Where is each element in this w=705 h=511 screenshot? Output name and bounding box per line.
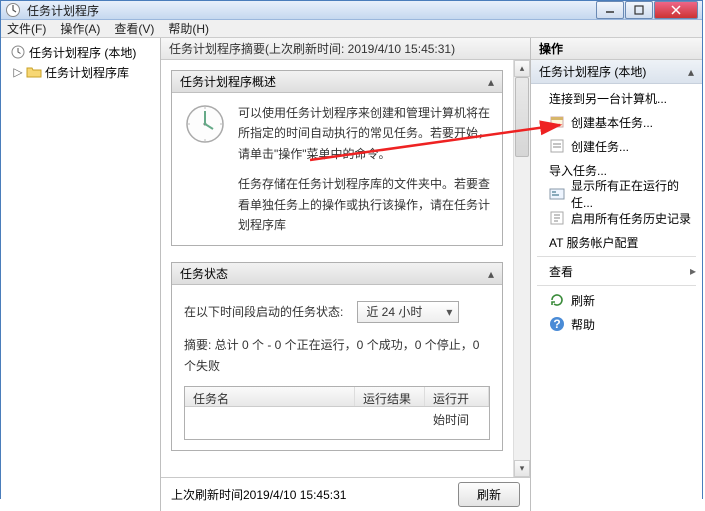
refresh-icon xyxy=(549,292,565,308)
tree-library-label: 任务计划程序库 xyxy=(45,64,129,81)
maximize-button[interactable] xyxy=(625,1,653,19)
actions-context-label: 任务计划程序 (本地) xyxy=(539,63,646,80)
summary-header: 任务计划程序摘要(上次刷新时间: 2019/4/10 15:45:31) xyxy=(161,38,530,60)
expand-icon[interactable]: ▷ xyxy=(13,65,23,79)
overview-title: 任务计划程序概述 xyxy=(180,73,276,90)
chevron-down-icon: ▾ xyxy=(446,302,452,322)
folder-icon xyxy=(26,64,42,80)
status-group: 任务状态 ▴ 在以下时间段启动的任务状态: 近 24 小时 ▾ 摘要: 总计 0… xyxy=(171,262,503,451)
overview-clock-icon xyxy=(184,103,226,145)
status-range-label: 在以下时间段启动的任务状态: xyxy=(184,302,343,322)
col-task-name[interactable]: 任务名 xyxy=(185,387,355,406)
vertical-scrollbar[interactable]: ▴ ▾ xyxy=(513,60,530,477)
svg-text:?: ? xyxy=(553,317,560,331)
action-refresh-label: 刷新 xyxy=(571,292,595,309)
tree-library[interactable]: ▷ 任务计划程序库 xyxy=(3,62,158,82)
menu-file[interactable]: 文件(F) xyxy=(7,20,46,37)
action-create-basic-task[interactable]: 创建基本任务... xyxy=(531,110,702,134)
history-icon xyxy=(549,210,565,226)
tree-panel: 任务计划程序 (本地) ▷ 任务计划程序库 xyxy=(1,38,161,511)
collapse-icon[interactable]: ▴ xyxy=(488,75,494,89)
col-run-result[interactable]: 运行结果 xyxy=(355,387,425,406)
overview-text-1: 可以使用任务计划程序来创建和管理计算机将在所指定的时间自动执行的常见任务。若要开… xyxy=(238,103,490,164)
app-icon xyxy=(5,2,21,18)
action-help[interactable]: ? 帮助 xyxy=(531,312,702,336)
action-refresh[interactable]: 刷新 xyxy=(531,288,702,312)
close-button[interactable] xyxy=(654,1,698,19)
action-at-account-label: AT 服务帐户配置 xyxy=(549,234,639,251)
action-view-label: 查看 xyxy=(549,263,573,280)
status-summary-text: 摘要: 总计 0 个 - 0 个正在运行，0 个成功，0 个停止，0 个失败 xyxy=(184,335,490,376)
menu-action[interactable]: 操作(A) xyxy=(60,20,100,37)
actions-panel: 操作 任务计划程序 (本地) ▴ 连接到另一台计算机... 创建基本任务... … xyxy=(530,38,702,511)
submenu-arrow-icon: ▸ xyxy=(690,264,696,278)
menu-view[interactable]: 查看(V) xyxy=(114,20,154,37)
refresh-button[interactable]: 刷新 xyxy=(458,482,520,507)
col-start-time[interactable]: 运行开始时间 xyxy=(425,387,489,406)
actions-context[interactable]: 任务计划程序 (本地) ▴ xyxy=(531,60,702,84)
task-list: 任务名 运行结果 运行开始时间 xyxy=(184,386,490,440)
running-tasks-icon xyxy=(549,186,565,202)
separator xyxy=(537,285,696,286)
actions-header: 操作 xyxy=(531,38,702,60)
create-task-icon xyxy=(549,138,565,154)
action-import-label: 导入任务... xyxy=(549,162,607,179)
separator xyxy=(537,256,696,257)
menu-bar: 文件(F) 操作(A) 查看(V) 帮助(H) xyxy=(1,20,702,38)
action-at-account[interactable]: AT 服务帐户配置 xyxy=(531,230,702,254)
help-icon: ? xyxy=(549,316,565,332)
action-create-basic-label: 创建基本任务... xyxy=(571,114,653,131)
action-create-label: 创建任务... xyxy=(571,138,629,155)
window-title: 任务计划程序 xyxy=(27,2,595,19)
action-connect-label: 连接到另一台计算机... xyxy=(549,90,667,107)
action-view[interactable]: 查看 ▸ xyxy=(531,259,702,283)
action-create-task[interactable]: 创建任务... xyxy=(531,134,702,158)
tree-root[interactable]: 任务计划程序 (本地) xyxy=(3,42,158,62)
overview-group: 任务计划程序概述 ▴ 可以使用任务计划程序来创建和管理计算机将在所指定的时间自动… xyxy=(171,70,503,246)
scroll-thumb[interactable] xyxy=(515,77,529,157)
title-bar: 任务计划程序 xyxy=(1,1,702,20)
action-enable-history[interactable]: 启用所有任务历史记录 xyxy=(531,206,702,230)
chevron-up-icon: ▴ xyxy=(688,65,694,79)
overview-text-2: 任务存储在任务计划程序库的文件夹中。若要查看单独任务上的操作或执行该操作，请在任… xyxy=(238,174,490,235)
tree-root-label: 任务计划程序 (本地) xyxy=(29,44,136,61)
action-help-label: 帮助 xyxy=(571,316,595,333)
menu-help[interactable]: 帮助(H) xyxy=(168,20,209,37)
action-show-running-label: 显示所有正在运行的任... xyxy=(571,177,696,211)
action-connect[interactable]: 连接到另一台计算机... xyxy=(531,86,702,110)
status-range-value: 近 24 小时 xyxy=(366,302,422,322)
scroll-down-arrow[interactable]: ▾ xyxy=(514,460,530,477)
action-show-running[interactable]: 显示所有正在运行的任... xyxy=(531,182,702,206)
minimize-button[interactable] xyxy=(596,1,624,19)
clock-icon xyxy=(10,44,26,60)
status-title: 任务状态 xyxy=(180,265,228,282)
status-range-dropdown[interactable]: 近 24 小时 ▾ xyxy=(357,301,459,323)
action-enable-history-label: 启用所有任务历史记录 xyxy=(571,210,691,227)
summary-footer: 上次刷新时间2019/4/10 15:45:31 刷新 xyxy=(161,477,530,511)
collapse-icon[interactable]: ▴ xyxy=(488,267,494,281)
main-panel: 任务计划程序摘要(上次刷新时间: 2019/4/10 15:45:31) 任务计… xyxy=(161,38,530,511)
create-basic-task-icon xyxy=(549,114,565,130)
scroll-up-arrow[interactable]: ▴ xyxy=(514,60,530,77)
